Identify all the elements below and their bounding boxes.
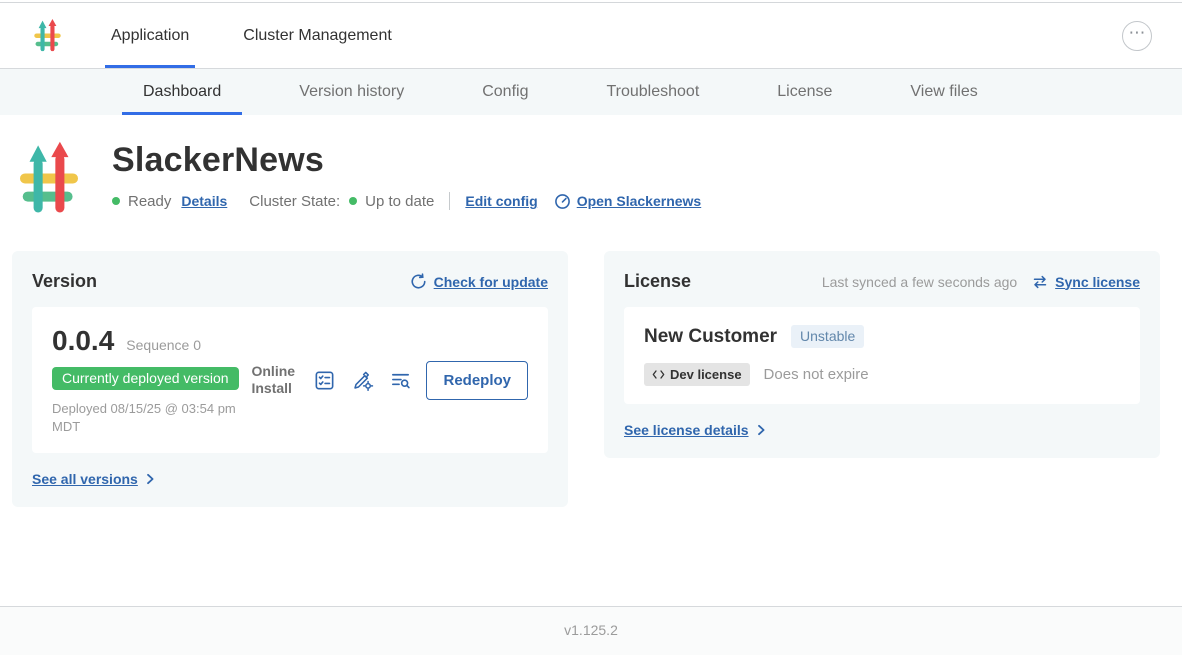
sequence-label: Sequence 0	[126, 337, 201, 353]
license-row-1: New Customer Unstable	[644, 325, 1120, 348]
subnav-item-troubleshoot[interactable]: Troubleshoot	[567, 69, 738, 115]
expiration-label: Does not expire	[764, 366, 869, 383]
top-navbar: Application Cluster Management ⋯	[0, 3, 1182, 69]
top-tabs: Application Cluster Management	[105, 3, 440, 68]
see-all-versions-label: See all versions	[32, 471, 138, 487]
license-type-badge: Dev license	[644, 363, 750, 386]
app-header-text: SlackerNews Ready Details Cluster State:…	[112, 139, 701, 215]
sync-icon	[1032, 274, 1048, 290]
subnav-item-license[interactable]: License	[738, 69, 871, 115]
status-divider	[449, 192, 450, 210]
ready-status-dot	[112, 197, 120, 205]
subnav-item-config[interactable]: Config	[443, 69, 567, 115]
app-logo-icon	[34, 19, 61, 52]
app-icon	[20, 141, 78, 215]
check-update-button[interactable]: Check for update	[410, 273, 548, 290]
app-header: SlackerNews Ready Details Cluster State:…	[0, 115, 1182, 215]
license-panel: New Customer Unstable Dev license Does n…	[624, 307, 1140, 404]
app-icon-wrap	[20, 139, 82, 215]
code-icon	[652, 369, 665, 380]
version-card-header: Version Check for update	[32, 271, 548, 292]
chevron-right-icon	[755, 424, 767, 436]
open-app-link[interactable]: Open Slackernews	[577, 193, 702, 209]
channel-badge: Unstable	[791, 325, 864, 348]
brand	[34, 3, 61, 68]
app-status-row: Ready Details Cluster State: Up to date …	[112, 192, 701, 210]
subnav-item-dashboard[interactable]: Dashboard	[104, 69, 260, 115]
admin-console-page: Application Cluster Management ⋯ Dashboa…	[0, 0, 1182, 655]
top-tab-application[interactable]: Application	[105, 3, 195, 68]
license-card: License Last synced a few seconds ago Sy…	[604, 251, 1160, 458]
deployed-timestamp: Deployed 08/15/25 @ 03:54 pm MDT	[52, 400, 244, 435]
gauge-icon	[554, 193, 571, 210]
version-number: 0.0.4	[52, 325, 114, 357]
see-license-details-link[interactable]: See license details	[624, 422, 1140, 438]
last-synced-label: Last synced a few seconds ago	[822, 274, 1017, 290]
top-tab-cluster-management[interactable]: Cluster Management	[237, 3, 398, 68]
more-menu-button[interactable]: ⋯	[1122, 21, 1152, 51]
license-type-label: Dev license	[670, 367, 742, 382]
edit-config-button[interactable]	[350, 368, 375, 393]
chevron-right-icon	[144, 473, 156, 485]
logs-search-icon	[389, 369, 412, 392]
app-status-label: Ready	[128, 193, 171, 210]
page-title: SlackerNews	[112, 141, 701, 180]
see-all-versions-link[interactable]: See all versions	[32, 471, 548, 487]
redeploy-button[interactable]: Redeploy	[426, 361, 528, 400]
check-update-link: Check for update	[434, 274, 548, 290]
version-card-title: Version	[32, 271, 410, 292]
edit-config-link[interactable]: Edit config	[465, 193, 537, 209]
refresh-icon	[410, 273, 427, 290]
dashboard-cards: Version Check for update 0.0.4 Sequence …	[0, 251, 1182, 507]
current-version-panel: 0.0.4 Sequence 0 Currently deployed vers…	[32, 307, 548, 453]
sync-license-link[interactable]: Sync license	[1055, 274, 1140, 290]
preflight-checks-button[interactable]	[312, 368, 337, 393]
version-card: Version Check for update 0.0.4 Sequence …	[12, 251, 568, 507]
cluster-state-label: Cluster State:	[249, 193, 340, 210]
version-row: 0.0.4 Sequence 0	[52, 325, 251, 357]
wrench-gear-icon	[351, 369, 374, 392]
license-card-header: License Last synced a few seconds ago Sy…	[624, 271, 1140, 292]
footer-version: v1.125.2	[564, 622, 618, 638]
subnav-item-view-files[interactable]: View files	[871, 69, 1016, 115]
console-footer: v1.125.2	[0, 606, 1182, 655]
deploy-logs-button[interactable]	[388, 368, 413, 393]
version-actions: Online Install	[251, 361, 528, 400]
license-sync-area: Last synced a few seconds ago Sync licen…	[822, 274, 1140, 290]
version-info: 0.0.4 Sequence 0 Currently deployed vers…	[52, 325, 251, 435]
cluster-state-dot	[349, 197, 357, 205]
deployed-badge: Currently deployed version	[52, 367, 239, 390]
license-row-2: Dev license Does not expire	[644, 363, 1120, 386]
license-card-title: License	[624, 271, 822, 292]
install-type-label: Online Install	[251, 363, 299, 398]
subnav-item-version-history[interactable]: Version history	[260, 69, 443, 115]
details-link[interactable]: Details	[181, 193, 227, 209]
checklist-icon	[313, 369, 336, 392]
customer-name: New Customer	[644, 326, 777, 348]
see-license-details-label: See license details	[624, 422, 749, 438]
cluster-state-value: Up to date	[365, 193, 434, 210]
app-subnav: Dashboard Version history Config Trouble…	[0, 69, 1182, 115]
